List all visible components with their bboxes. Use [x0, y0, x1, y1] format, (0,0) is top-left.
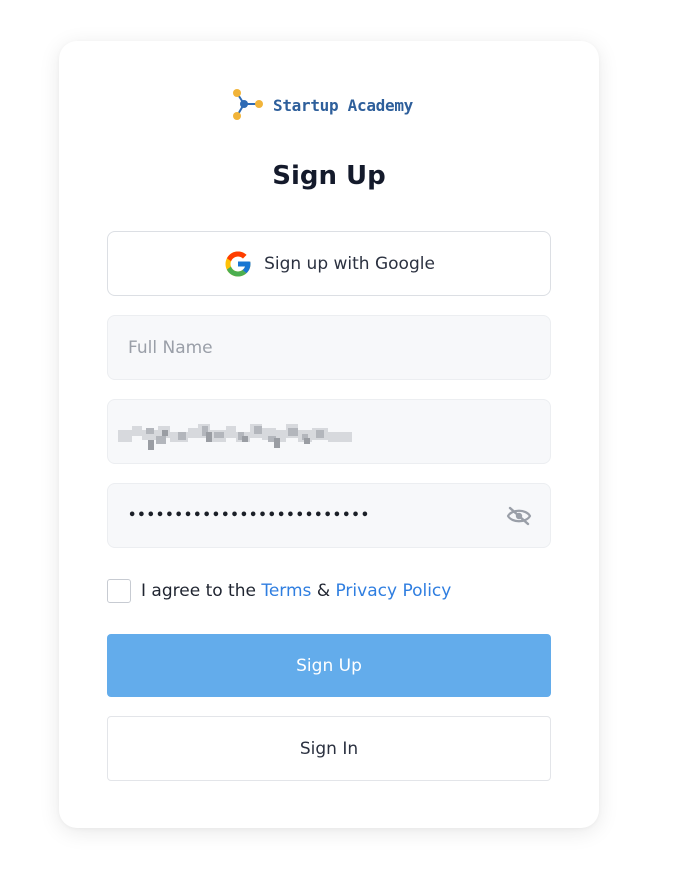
agreement-checkbox[interactable]	[107, 579, 131, 603]
google-icon	[225, 251, 251, 276]
google-signup-label: Sign up with Google	[264, 253, 435, 274]
sign-up-button[interactable]: Sign Up	[107, 634, 551, 697]
full-name-input[interactable]	[108, 316, 550, 379]
agreement-text: I agree to the Terms & Privacy Policy	[141, 581, 451, 601]
email-field	[107, 399, 551, 464]
signup-card: Startup Academy Sign Up Sign up with Goo…	[59, 41, 599, 828]
agreement-row: I agree to the Terms & Privacy Policy	[107, 578, 451, 604]
agreement-prefix: I agree to the	[141, 581, 256, 601]
terms-link[interactable]: Terms	[261, 581, 311, 601]
page-title: Sign Up	[272, 161, 386, 191]
full-name-field	[107, 315, 551, 380]
brand-name: Startup Academy	[273, 95, 413, 115]
eye-off-icon[interactable]	[506, 506, 532, 526]
password-field	[107, 483, 551, 548]
brand-logo: Startup Academy	[231, 87, 413, 123]
agreement-separator: &	[316, 581, 331, 601]
startup-academy-logo-icon	[233, 89, 263, 120]
obscured-email-text	[118, 424, 352, 450]
privacy-policy-link[interactable]: Privacy Policy	[335, 581, 451, 601]
sign-in-button[interactable]: Sign In	[107, 716, 551, 781]
google-signup-button[interactable]: Sign up with Google	[107, 231, 551, 296]
password-input[interactable]	[108, 484, 550, 547]
